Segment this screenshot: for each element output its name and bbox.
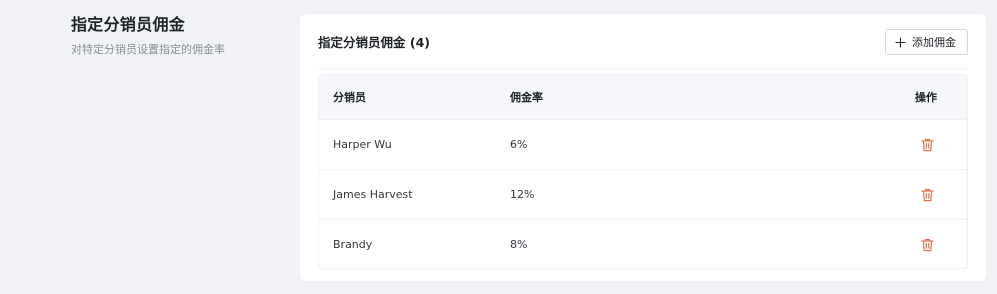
card-title: 指定分销员佣金 (4) bbox=[318, 35, 430, 50]
header-rate: 佣金率 bbox=[510, 91, 543, 104]
trash-icon bbox=[920, 238, 934, 251]
cell-rate: 8% bbox=[510, 238, 528, 251]
cell-distributor: Brandy bbox=[333, 238, 373, 251]
trash-icon bbox=[920, 188, 934, 201]
table-row: Brandy 8% bbox=[319, 219, 967, 268]
section-description: 对特定分销员设置指定的佣金率 bbox=[71, 43, 225, 56]
cell-action bbox=[919, 220, 937, 268]
table-row: James Harvest 12% bbox=[319, 169, 967, 219]
table-header-row: 分销员 佣金率 操作 bbox=[319, 75, 967, 119]
cell-rate: 12% bbox=[510, 188, 535, 201]
header-distributor: 分销员 bbox=[333, 91, 366, 104]
commission-table: 分销员 佣金率 操作 Harper Wu 6% James Harvest 12… bbox=[318, 74, 968, 269]
add-commission-label: 添加佣金 bbox=[912, 36, 956, 49]
delete-button[interactable] bbox=[919, 187, 935, 203]
cell-distributor: James Harvest bbox=[333, 188, 413, 201]
section-title: 指定分销员佣金 bbox=[71, 15, 186, 34]
commission-card: 指定分销员佣金 (4) 添加佣金 分销员 佣金率 操作 Harper Wu 6% bbox=[300, 14, 986, 281]
cell-action bbox=[919, 170, 937, 219]
plus-icon bbox=[895, 36, 906, 48]
delete-button[interactable] bbox=[919, 237, 935, 253]
cell-rate: 6% bbox=[510, 138, 528, 151]
cell-distributor: Harper Wu bbox=[333, 138, 392, 151]
section-info: 指定分销员佣金 对特定分销员设置指定的佣金率 bbox=[71, 14, 281, 58]
add-commission-button[interactable]: 添加佣金 bbox=[885, 29, 968, 55]
header-action: 操作 bbox=[915, 91, 937, 104]
table-row: Harper Wu 6% bbox=[319, 119, 967, 169]
delete-button[interactable] bbox=[919, 137, 935, 153]
card-header: 指定分销员佣金 (4) 添加佣金 bbox=[318, 14, 968, 69]
trash-icon bbox=[920, 138, 934, 151]
cell-action bbox=[919, 120, 937, 169]
